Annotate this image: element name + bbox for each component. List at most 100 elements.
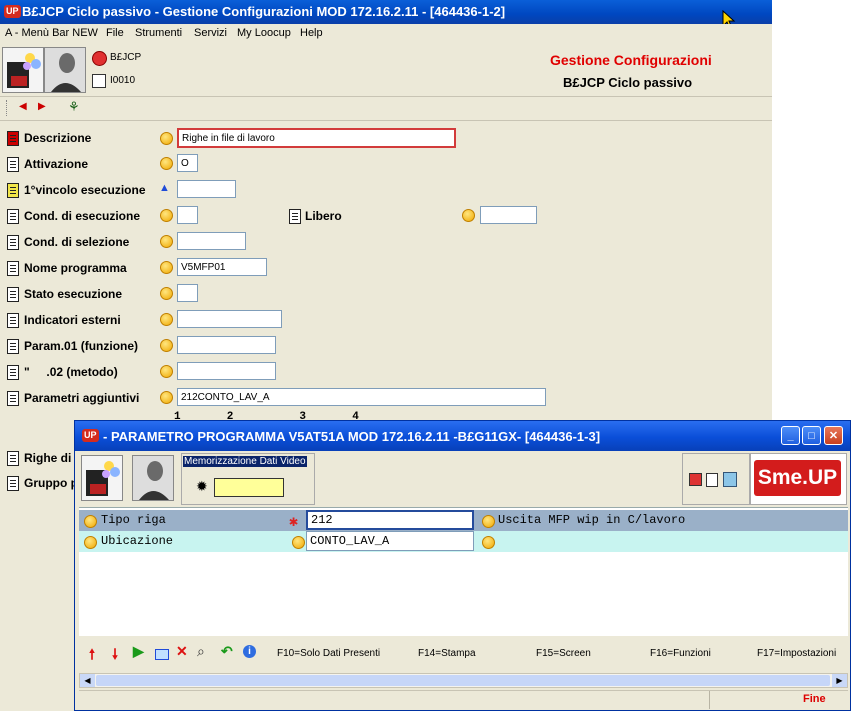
scroll-right-button[interactable]: ▶: [832, 674, 847, 687]
row1-desc-coin-icon[interactable]: [482, 515, 495, 528]
memo-label: Memorizzazione Dati Video: [183, 456, 307, 467]
param02-doc-icon: [7, 365, 19, 380]
menu-servizi[interactable]: Servizi: [194, 27, 227, 39]
ubicazione-input[interactable]: CONTO_LAV_A: [306, 531, 474, 551]
user-photo: [44, 47, 86, 93]
fkey-f14[interactable]: F14=Stampa: [418, 648, 476, 659]
nav-prev-icon[interactable]: ◀: [19, 101, 27, 112]
attivazione-doc-icon: [7, 157, 19, 172]
cancel-icon[interactable]: ✕: [176, 643, 188, 660]
vincolo-triangle-icon[interactable]: ▲: [159, 182, 170, 194]
fkey-f17[interactable]: F17=Impostazioni: [757, 648, 836, 659]
document-icon[interactable]: [706, 473, 718, 487]
green-arrow-icon[interactable]: ↶: [221, 643, 233, 660]
vincolo-input[interactable]: [177, 180, 236, 198]
printer-image: [2, 47, 44, 93]
horizontal-scrollbar[interactable]: ◀ ▶: [79, 673, 848, 688]
table-row[interactable]: Tipo riga ✱ 212 Uscita MFP wip in C/lavo…: [79, 510, 848, 531]
table-row[interactable]: Ubicazione CONTO_LAV_A: [79, 531, 848, 552]
menu-help[interactable]: Help: [300, 27, 323, 39]
cond-esec-lookup-icon[interactable]: [160, 209, 173, 222]
parametri-label: Parametri aggiuntivi: [24, 391, 140, 405]
memo-input[interactable]: [214, 478, 284, 497]
cond-sel-label: Cond. di selezione: [24, 235, 130, 249]
fkey-f10[interactable]: F10=Solo Dati Presenti: [277, 648, 380, 659]
cond-esec-label: Cond. di esecuzione: [24, 209, 141, 223]
arrow-down-icon[interactable]: 🠗: [112, 644, 118, 668]
descrizione-input[interactable]: Righe in file di lavoro: [177, 128, 456, 148]
nome-prog-input[interactable]: V5MFP01: [177, 258, 267, 276]
brand-logo: Sme.UP: [754, 460, 841, 496]
grid-icon[interactable]: [92, 74, 106, 88]
header-panel: B£JCP I0010 Gestione Configurazioni B£JC…: [0, 44, 772, 97]
param01-doc-icon: [7, 339, 19, 354]
gruppo-label: Gruppo p: [24, 476, 78, 490]
indicatori-lookup-icon[interactable]: [160, 313, 173, 326]
nav-next-icon[interactable]: ▶: [38, 101, 46, 112]
settings-gear-icon[interactable]: ✹: [196, 478, 208, 495]
attivazione-lookup-icon[interactable]: [160, 157, 173, 170]
popup-user-avatar-icon: [133, 456, 173, 500]
book-icon[interactable]: [723, 472, 737, 487]
stato-input[interactable]: [177, 284, 198, 302]
attivazione-label: Attivazione: [24, 157, 89, 171]
status-bar: Fine: [79, 690, 848, 709]
popup-user-photo: [132, 455, 174, 501]
menu-strumenti[interactable]: Strumenti: [135, 27, 182, 39]
fkey-f15[interactable]: F15=Screen: [536, 648, 591, 659]
vincolo-doc-icon: [7, 183, 19, 198]
close-button[interactable]: ✕: [824, 426, 843, 445]
window-icon[interactable]: [155, 649, 169, 660]
attivazione-input[interactable]: O: [177, 154, 198, 172]
param02-lookup-icon[interactable]: [160, 365, 173, 378]
popup-title: - PARAMETRO PROGRAMMA V5AT51A MOD 172.16…: [103, 429, 601, 444]
parametri-doc-icon: [7, 391, 19, 406]
righe-doc-icon: [7, 451, 19, 466]
param01-input[interactable]: [177, 336, 276, 354]
row2-desc-coin-icon[interactable]: [482, 536, 495, 549]
param02-input[interactable]: [177, 362, 276, 380]
menu-file[interactable]: File: [106, 27, 124, 39]
screen-icon[interactable]: [689, 473, 702, 486]
minimize-button[interactable]: _: [781, 426, 800, 445]
row2-coin-icon[interactable]: [84, 536, 97, 549]
status-text: Fine: [803, 693, 826, 705]
indicatori-input[interactable]: [177, 310, 282, 328]
cond-sel-input[interactable]: [177, 232, 246, 250]
param01-lookup-icon[interactable]: [160, 339, 173, 352]
libero-input[interactable]: [480, 206, 537, 224]
row2-label: Ubicazione: [101, 534, 174, 548]
nome-prog-lookup-icon[interactable]: [160, 261, 173, 274]
row1-edit-icon[interactable]: ✱: [289, 512, 298, 531]
row1-label: Tipo riga: [101, 513, 166, 527]
scroll-left-button[interactable]: ◀: [80, 674, 95, 687]
parametri-input[interactable]: 212CONTO_LAV_A: [177, 388, 546, 406]
popup-printer-icon: [86, 461, 120, 496]
descrizione-lookup-icon[interactable]: [160, 132, 173, 145]
tipo-riga-input[interactable]: 212: [306, 510, 474, 530]
info-icon[interactable]: i: [243, 645, 256, 658]
nome-prog-label: Nome programma: [24, 261, 127, 275]
help-icon[interactable]: [92, 51, 107, 66]
arrow-up-icon[interactable]: 🠕: [89, 644, 95, 668]
maximize-button[interactable]: □: [802, 426, 821, 445]
menu-my-loocup[interactable]: My Loocup: [237, 27, 291, 39]
page-subheading: B£JCP Ciclo passivo: [563, 75, 693, 90]
row1-coin-icon[interactable]: [84, 515, 97, 528]
cond-sel-lookup-icon[interactable]: [160, 235, 173, 248]
scroll-thumb[interactable]: [96, 675, 830, 686]
cond-esec-input[interactable]: [177, 206, 198, 224]
search-icon[interactable]: ⌕: [197, 643, 205, 660]
libero-lookup-icon[interactable]: [462, 209, 475, 222]
menu-a-menu-bar[interactable]: A - Menù Bar NEW: [5, 27, 98, 39]
fkey-f16[interactable]: F16=Funzioni: [650, 648, 711, 659]
menu-bar: A - Menù Bar NEW File Strumenti Servizi …: [0, 24, 772, 45]
stato-lookup-icon[interactable]: [160, 287, 173, 300]
page-heading: Gestione Configurazioni: [550, 52, 712, 68]
brand-logo-box: Sme.UP: [750, 453, 847, 505]
printer-icon: [7, 53, 41, 88]
parametri-lookup-icon[interactable]: [160, 391, 173, 404]
play-icon[interactable]: ▶: [133, 643, 144, 660]
tree-icon[interactable]: ⚘: [68, 99, 80, 115]
row2-lookup-icon[interactable]: [292, 536, 305, 549]
